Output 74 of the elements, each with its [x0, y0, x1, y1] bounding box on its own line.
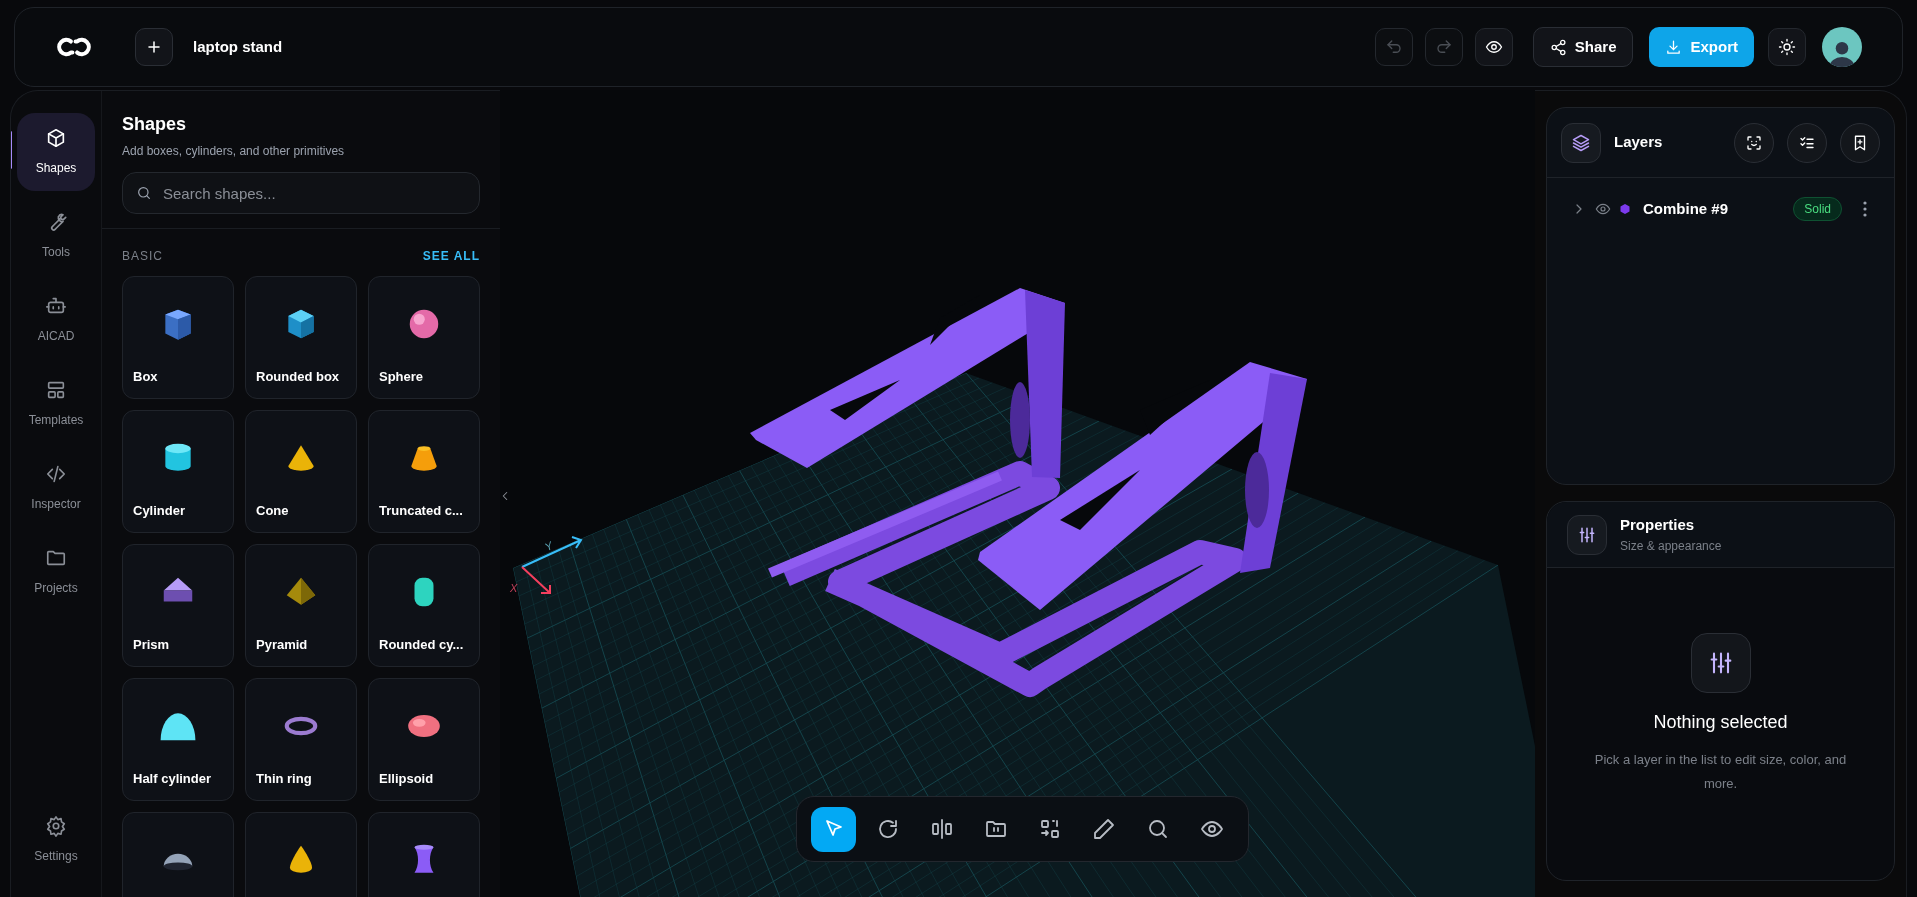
add-button[interactable]	[135, 28, 173, 66]
shape-card[interactable]: Prism	[122, 544, 234, 667]
see-all-link[interactable]: SEE ALL	[422, 247, 480, 265]
shape-card[interactable]: Ellipsoid	[368, 678, 480, 801]
redo-icon	[1434, 38, 1453, 56]
preview-button[interactable]	[1474, 28, 1513, 66]
nav-item[interactable]: Tools	[17, 197, 95, 275]
checklist-button[interactable]	[1787, 122, 1827, 163]
undo-icon	[1384, 38, 1403, 56]
face-scan-icon	[1745, 133, 1763, 152]
sun-icon	[1778, 38, 1796, 56]
y-axis-arrow	[521, 536, 583, 568]
nav-item[interactable]: Projects	[17, 533, 95, 611]
x-axis-arrow	[521, 566, 551, 594]
panel-title: Shapes	[122, 113, 188, 136]
cube-icon	[45, 127, 67, 149]
nav-item[interactable]: Inspector	[17, 449, 95, 527]
shape-label: Ellipsoid	[379, 770, 434, 788]
shape-card[interactable]: Sphere	[368, 276, 480, 399]
panel-title: Layers	[1614, 132, 1664, 153]
theme-button[interactable]	[1768, 28, 1806, 66]
layer-name: Combine #9	[1643, 198, 1730, 219]
shape-card[interactable]: Cylinder	[122, 410, 234, 533]
share-button[interactable]: Share	[1532, 27, 1634, 67]
shape-card[interactable]: Rounded box	[245, 276, 357, 399]
shape-label: Sphere	[379, 368, 424, 386]
shape-card[interactable]: Thin ring	[245, 678, 357, 801]
shape-card[interactable]: Half cylinder	[122, 678, 234, 801]
empty-description: Pick a layer in the list to edit size, color, and more.	[1593, 750, 1848, 793]
align-icon	[929, 817, 954, 841]
section-label: BASIC	[122, 248, 163, 265]
eye-icon	[1595, 201, 1611, 217]
shape-label: Prism	[133, 636, 170, 654]
share-icon	[1549, 38, 1567, 56]
nav-item[interactable]: Settings	[17, 801, 95, 879]
empty-title: Nothing selected	[1653, 710, 1788, 734]
nav-item[interactable]: AICAD	[17, 281, 95, 359]
shape-label: Cone	[256, 502, 289, 520]
nav-item[interactable]: Templates	[17, 365, 95, 443]
panel-subtitle: Add boxes, cylinders, and other primitives	[122, 143, 346, 160]
layer-row[interactable]: Combine #9 Solid	[1571, 194, 1870, 224]
code-icon	[45, 463, 67, 485]
panel-subtitle: Size & appearance	[1620, 537, 1722, 555]
shape-label: Pyramid	[256, 636, 308, 654]
shape-label: Rounded cy...	[379, 636, 464, 654]
shape-card[interactable]: Truncated c...	[368, 410, 480, 533]
shape-card[interactable]: Box	[122, 276, 234, 399]
shape-label: Half cylinder	[133, 770, 212, 788]
focus-button[interactable]	[1734, 122, 1774, 163]
shape-label: Thin ring	[256, 770, 312, 788]
tool-button[interactable]	[811, 806, 856, 852]
axis-label: X	[510, 581, 518, 596]
pencil-icon	[1091, 817, 1116, 841]
search-field[interactable]: Search shapes...	[122, 172, 480, 214]
shape-card[interactable]: Rounded cy...	[368, 544, 480, 667]
shape-label: Truncated c...	[379, 502, 463, 520]
eye-icon	[1484, 38, 1503, 56]
shape-card[interactable]: Pyramid	[245, 544, 357, 667]
visibility-toggle[interactable]	[1595, 201, 1611, 217]
avatar[interactable]	[1822, 27, 1862, 67]
axis-label: Y	[541, 538, 556, 555]
panel-title: Properties	[1620, 515, 1696, 536]
layer-type-badge: Solid	[1793, 197, 1842, 221]
bookmark-button[interactable]	[1840, 122, 1880, 163]
layers-icon	[1571, 132, 1591, 153]
project-name: laptop stand	[193, 36, 283, 57]
shape-label: Rounded box	[256, 368, 340, 386]
shape-label: Box	[133, 368, 158, 386]
shape-label: Cylinder	[133, 502, 185, 520]
settings-icon	[45, 815, 67, 837]
search-icon	[136, 185, 152, 201]
download-icon	[1665, 38, 1683, 56]
shape-card[interactable]: Cone	[245, 410, 357, 533]
layout-icon	[45, 379, 67, 401]
